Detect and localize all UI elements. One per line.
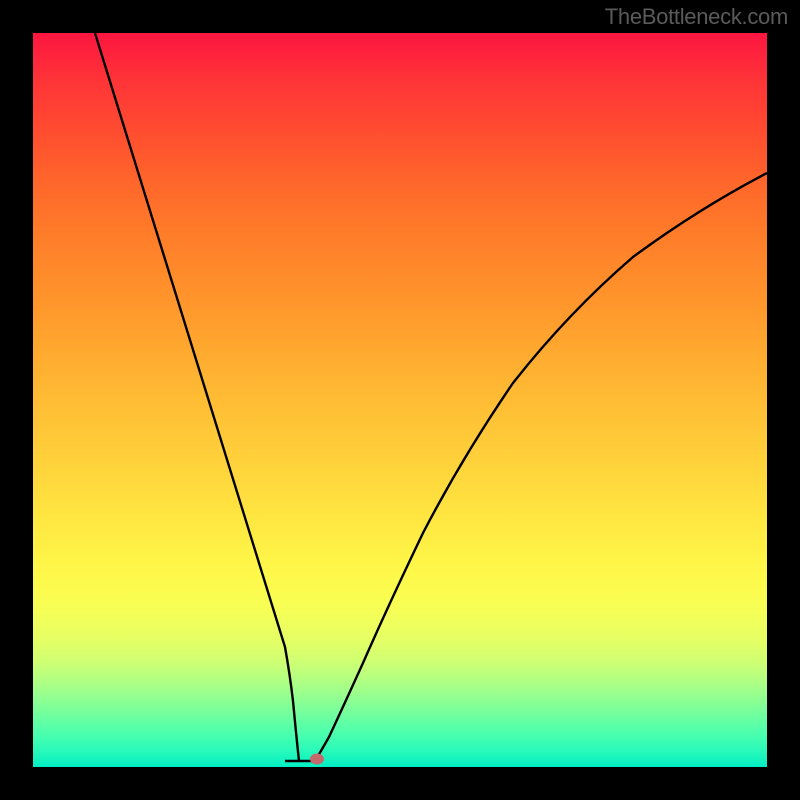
curve-left-branch [95, 33, 299, 761]
watermark-text: TheBottleneck.com [605, 4, 788, 30]
chart-plot-area [33, 33, 767, 767]
curve-right-branch [315, 173, 767, 761]
bottleneck-marker [310, 754, 324, 765]
bottleneck-curve [33, 33, 767, 767]
